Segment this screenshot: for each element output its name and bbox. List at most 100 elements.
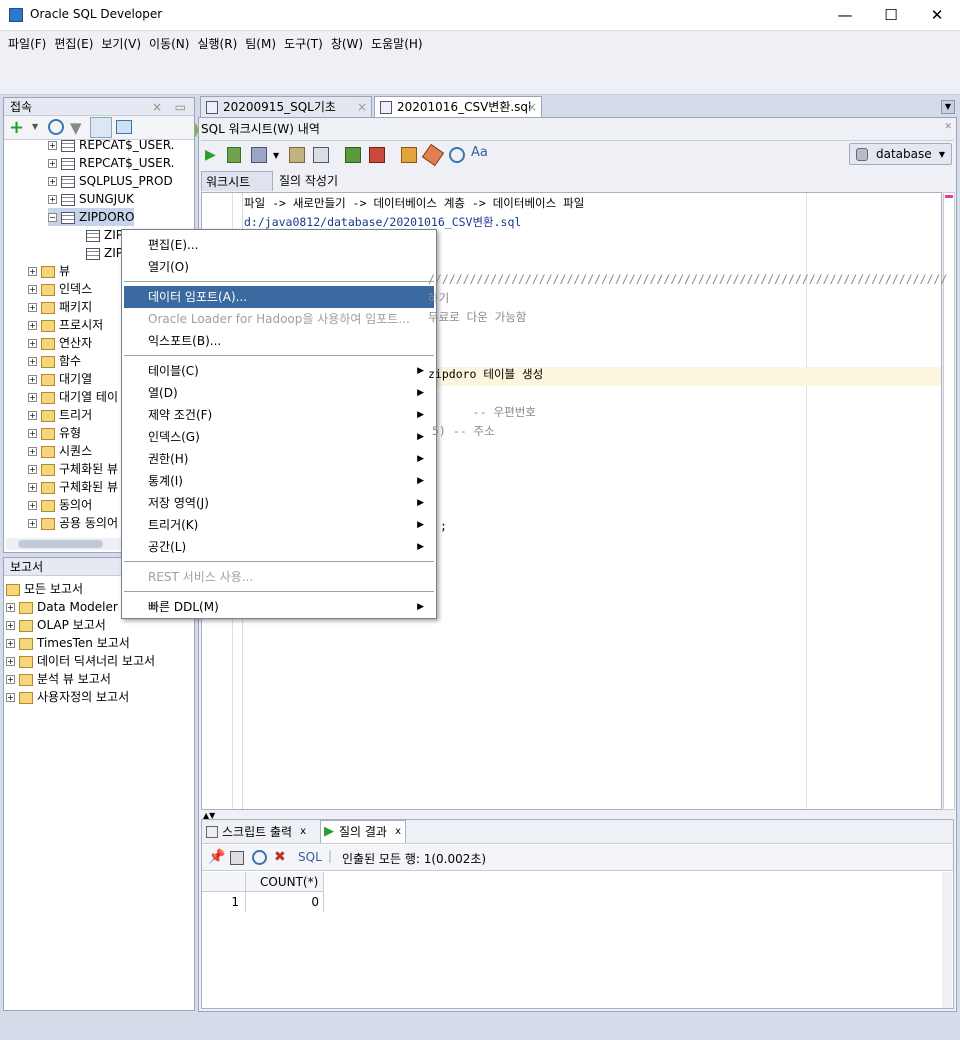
- folder-node[interactable]: + 유형: [28, 424, 81, 442]
- autotrace-icon[interactable]: [251, 147, 267, 163]
- chevron-down-icon[interactable]: ▼: [32, 122, 38, 131]
- windows-icon[interactable]: [116, 120, 132, 134]
- pin-icon[interactable]: 📌: [208, 849, 225, 865]
- close-icon[interactable]: ✕: [944, 122, 952, 132]
- menu-item[interactable]: 보기(V): [101, 31, 141, 57]
- chevron-down-icon[interactable]: ▼: [273, 151, 279, 160]
- context-menu-item[interactable]: 편집(E)...: [124, 234, 434, 256]
- history-icon[interactable]: [449, 147, 465, 163]
- expand-icon[interactable]: +: [6, 657, 15, 666]
- menu-item[interactable]: 도구(T): [284, 31, 323, 57]
- close-icon[interactable]: ×: [357, 97, 367, 118]
- reports-root[interactable]: 모든 보고서: [6, 580, 83, 598]
- folder-node[interactable]: + 동의어: [28, 496, 92, 514]
- eraser-icon[interactable]: [421, 143, 445, 167]
- expand-icon[interactable]: +: [6, 621, 15, 630]
- context-menu-item[interactable]: 익스포트(B)...: [124, 330, 434, 352]
- context-menu-item[interactable]: 테이블(C) ▶: [124, 360, 434, 382]
- commit-icon[interactable]: [345, 147, 361, 163]
- results-grid[interactable]: COUNT(*) 1 0: [202, 872, 940, 1008]
- menu-item[interactable]: 편집(E): [54, 31, 93, 57]
- connection-selector[interactable]: database ▼: [849, 143, 952, 165]
- column-node[interactable]: ZIP: [86, 244, 123, 262]
- expand-icon[interactable]: +: [28, 321, 37, 330]
- column-header[interactable]: COUNT(*): [246, 872, 324, 892]
- run-script-icon[interactable]: [227, 147, 241, 163]
- expand-icon[interactable]: +: [28, 375, 37, 384]
- grid-cell[interactable]: 0: [246, 892, 324, 912]
- folder-node[interactable]: + 함수: [28, 352, 81, 370]
- filter-icon[interactable]: ▼: [70, 119, 82, 137]
- folder-node[interactable]: + 구체화된 뷰: [28, 478, 118, 496]
- format-icon[interactable]: Aa: [471, 145, 488, 160]
- report-node[interactable]: + Data Modeler: [6, 598, 118, 616]
- close-icon[interactable]: ×: [152, 98, 162, 116]
- menu-item[interactable]: 창(W): [331, 31, 363, 57]
- folder-node[interactable]: + 뷰: [28, 262, 70, 280]
- table-node[interactable]: + REPCAT$_USER.: [48, 154, 174, 172]
- folder-node[interactable]: + 대기열 테이: [28, 388, 118, 406]
- context-menu-item[interactable]: 공간(L) ▶: [124, 536, 434, 558]
- context-menu-item[interactable]: 제약 조건(F) ▶: [124, 404, 434, 426]
- maximize-button[interactable]: ☐: [868, 0, 914, 31]
- expand-icon[interactable]: +: [28, 285, 37, 294]
- table-node[interactable]: + SUNGJUK: [48, 190, 134, 208]
- folder-node[interactable]: + 구체화된 뷰: [28, 460, 118, 478]
- context-menu-item[interactable]: 저장 영역(J) ▶: [124, 492, 434, 514]
- report-node[interactable]: + 데이터 딕셔너리 보고서: [6, 652, 155, 670]
- close-button[interactable]: ✕: [914, 0, 960, 31]
- explain-plan-icon[interactable]: [289, 147, 305, 163]
- sql-tuning-icon[interactable]: [313, 147, 329, 163]
- context-menu-item[interactable]: 통계(I) ▶: [124, 470, 434, 492]
- minimize-button[interactable]: —: [822, 0, 868, 31]
- menu-item[interactable]: 실행(R): [197, 31, 237, 57]
- history-subtab[interactable]: 내역: [298, 122, 320, 136]
- editor-tab[interactable]: 20200915_SQL기초3.sql×: [200, 96, 372, 135]
- sql-worksheet-subtab[interactable]: SQL 워크시트(W) 내역: [201, 120, 320, 138]
- folder-node[interactable]: + 연산자: [28, 334, 92, 352]
- close-icon[interactable]: ×: [527, 97, 537, 118]
- menu-item[interactable]: 도움말(H): [371, 31, 423, 57]
- add-connection-icon[interactable]: +: [9, 117, 24, 138]
- context-menu-item[interactable]: 열(D) ▶: [124, 382, 434, 404]
- query-result-tab[interactable]: ▶ 질의 결과 x: [320, 820, 406, 843]
- expand-icon[interactable]: +: [28, 393, 37, 402]
- context-menu-item[interactable]: 열기(O): [124, 256, 434, 278]
- report-node[interactable]: + TimesTen 보고서: [6, 634, 130, 652]
- cancel-icon[interactable]: ✖: [274, 849, 286, 865]
- folder-node[interactable]: + 대기열: [28, 370, 92, 388]
- expand-icon[interactable]: +: [48, 141, 57, 150]
- sql-link[interactable]: SQL: [298, 850, 322, 864]
- unshared-sql-icon[interactable]: [401, 147, 417, 163]
- context-menu-item[interactable]: 트리거(K) ▶: [124, 514, 434, 536]
- expand-icon[interactable]: +: [28, 429, 37, 438]
- tab-list-dropdown[interactable]: ▼: [941, 100, 955, 114]
- refresh-icon[interactable]: [252, 850, 267, 865]
- minimize-icon[interactable]: ▭: [175, 98, 186, 116]
- table-node[interactable]: − ZIPDORO: [48, 208, 135, 226]
- folder-node[interactable]: + 트리거: [28, 406, 92, 424]
- expand-icon[interactable]: +: [28, 303, 37, 312]
- expand-icon[interactable]: +: [28, 483, 37, 492]
- expand-icon[interactable]: +: [28, 357, 37, 366]
- worksheet-tab[interactable]: 워크시트: [201, 171, 273, 191]
- report-node[interactable]: + 분석 뷰 보고서: [6, 670, 111, 688]
- context-menu-item[interactable]: 인덱스(G) ▶: [124, 426, 434, 448]
- expand-icon[interactable]: +: [28, 447, 37, 456]
- context-menu-item[interactable]: 권한(H) ▶: [124, 448, 434, 470]
- report-node[interactable]: + OLAP 보고서: [6, 616, 106, 634]
- rollback-icon[interactable]: [369, 147, 385, 163]
- expand-icon[interactable]: +: [48, 177, 57, 186]
- expand-icon[interactable]: +: [28, 465, 37, 474]
- column-node[interactable]: ZIP: [86, 226, 123, 244]
- expand-icon[interactable]: +: [28, 411, 37, 420]
- expand-icon[interactable]: +: [28, 519, 37, 528]
- expand-icon[interactable]: +: [6, 603, 15, 612]
- menu-item[interactable]: 팀(M): [245, 31, 276, 57]
- expand-icon[interactable]: −: [48, 213, 57, 222]
- table-node[interactable]: + REPCAT$_USER.: [48, 140, 174, 154]
- expand-icon[interactable]: +: [48, 159, 57, 168]
- report-node[interactable]: + 사용자정의 보고서: [6, 688, 129, 706]
- folder-node[interactable]: + 인덱스: [28, 280, 92, 298]
- folder-node[interactable]: + 패키지: [28, 298, 92, 316]
